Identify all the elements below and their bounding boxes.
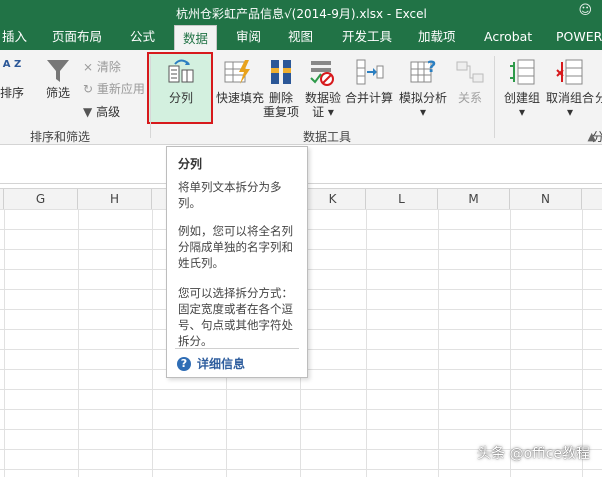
tooltip-more-info-link[interactable]: ? 详细信息 [177, 355, 245, 372]
text-to-columns-icon [168, 59, 194, 83]
data-validation-button[interactable]: 数据验 证 ▾ [302, 56, 344, 119]
relationships-button[interactable]: 关系 [452, 56, 488, 105]
remove-duplicates-label-2: 重复项 [262, 105, 299, 119]
column-header[interactable]: M [438, 189, 510, 209]
subtotal-label-partial: 分 [595, 91, 602, 105]
watermark: 头条 @office教程 [477, 446, 590, 462]
tab-formulas[interactable]: 公式 [130, 24, 155, 50]
ungroup-button[interactable]: 取消组合 ▾ [544, 56, 596, 119]
text-to-columns-label: 分列 [168, 91, 193, 105]
consolidate-icon [356, 59, 384, 85]
reapply-button[interactable]: ↻ 重新应用 [83, 80, 145, 97]
tab-power[interactable]: POWER [556, 24, 602, 50]
ungroup-icon [556, 59, 583, 85]
ribbon-tabs: 插入 页面布局 公式 数据 审阅 视图 开发工具 加载项 Acrobat POW… [0, 24, 602, 51]
advanced-filter-icon: ▼ [83, 105, 93, 119]
what-if-analysis-icon: ? [410, 57, 436, 83]
tooltip-example: 例如，您可以将全名列分隔成单独的名字列和姓氏列。 [178, 224, 293, 270]
tab-page-layout[interactable]: 页面布局 [52, 24, 102, 50]
data-validation-icon [310, 61, 334, 86]
tooltip-options: 您可以选择拆分方式：固定宽度或者在各个逗号、句点或其他字符处拆分。 [178, 286, 293, 348]
clear-filter-icon: ⨯ [83, 60, 94, 74]
consolidate-button[interactable]: 合并计算 [344, 56, 394, 105]
window-title: 杭州仓彩虹产品信息√(2014-9月).xlsx - Excel [176, 7, 427, 21]
tooltip-description: 将单列文本拆分为多列。 [178, 180, 282, 210]
group-button[interactable]: 创建组 ▾ [500, 56, 544, 119]
tab-developer[interactable]: 开发工具 [342, 24, 392, 50]
column-header[interactable]: G [4, 189, 78, 209]
column-header[interactable]: N [510, 189, 582, 209]
column-header[interactable]: L [366, 189, 438, 209]
filter-label: 筛选 [45, 86, 70, 100]
tab-data[interactable]: 数据 [174, 25, 218, 51]
reapply-icon: ↻ [83, 82, 94, 96]
column-header[interactable]: H [78, 189, 152, 209]
advanced-button[interactable]: ▼ 高级 [83, 103, 120, 120]
svg-text:?: ? [427, 57, 436, 76]
remove-duplicates-icon [271, 60, 291, 84]
tab-acrobat[interactable]: Acrobat [484, 24, 532, 50]
group-divider [494, 56, 495, 138]
data-validation-label-2: 证 ▾ [312, 105, 334, 119]
group-dropdown-caret: ▾ [518, 105, 526, 119]
grid-line [78, 209, 79, 477]
flash-fill-label: 快速填充 [216, 91, 265, 105]
filter-funnel-icon [47, 60, 69, 82]
grid-line [438, 209, 439, 477]
ungroup-dropdown-caret: ▾ [566, 105, 574, 119]
sort-az-icon: A Z [2, 59, 22, 70]
relationships-label: 关系 [457, 91, 482, 105]
grid-line [510, 209, 511, 477]
consolidate-label: 合并计算 [344, 91, 393, 105]
data-validation-label-1: 数据验 [304, 91, 341, 105]
smiley-icon[interactable]: ☺ [578, 3, 592, 18]
what-if-analysis-label: 模拟分析 [398, 91, 447, 105]
clear-label: 清除 [96, 60, 121, 74]
advanced-label: 高级 [96, 105, 121, 119]
sort-label: 排序 [0, 86, 25, 100]
tooltip-title: 分列 [178, 157, 203, 171]
remove-duplicates-button[interactable]: 删除 重复项 [260, 56, 302, 119]
ungroup-label: 取消组合 [545, 91, 594, 105]
tab-insert[interactable]: 插入 [2, 24, 27, 50]
data-tools-group-label: 数据工具 [303, 130, 352, 144]
reapply-label: 重新应用 [96, 82, 145, 96]
grid-line [366, 209, 367, 477]
text-to-columns-button[interactable]: 分列 [150, 56, 212, 105]
what-if-analysis-button[interactable]: ? 模拟分析 ▾ [396, 56, 450, 119]
column-header[interactable]: K [300, 189, 366, 209]
remove-duplicates-label-1: 删除 [268, 91, 293, 105]
flash-fill-icon [224, 60, 250, 84]
title-bar: 杭州仓彩虹产品信息√(2014-9月).xlsx - Excel ☺ [0, 0, 602, 24]
help-icon: ? [177, 356, 191, 371]
more-info-label: 详细信息 [197, 357, 246, 371]
flash-fill-button[interactable]: 快速填充 [216, 56, 265, 105]
grid-line [152, 209, 153, 477]
filter-button[interactable]: 筛选 [40, 56, 76, 100]
relationships-icon [456, 61, 484, 83]
text-to-columns-tooltip: 分列 将单列文本拆分为多列。 例如，您可以将全名列分隔成单独的名字列和姓氏列。 … [166, 146, 308, 378]
grid-line [4, 209, 5, 477]
what-if-dropdown-caret: ▾ [419, 105, 427, 119]
tab-review[interactable]: 审阅 [236, 24, 261, 50]
tab-view[interactable]: 视图 [288, 24, 313, 50]
sort-button[interactable]: A Z 排序 [0, 58, 24, 100]
grid-line [582, 209, 583, 477]
group-icon [510, 59, 535, 85]
group-label: 创建组 [503, 91, 540, 105]
tab-add-ins[interactable]: 加载项 [418, 24, 456, 50]
sort-filter-group-label: 排序和筛选 [30, 130, 91, 144]
subtotal-button-partial[interactable]: 分 [595, 91, 602, 105]
clear-button[interactable]: ⨯ 清除 [83, 58, 121, 75]
tooltip-divider [175, 348, 299, 349]
ribbon-collapse-icon[interactable]: ▲ [588, 130, 596, 143]
